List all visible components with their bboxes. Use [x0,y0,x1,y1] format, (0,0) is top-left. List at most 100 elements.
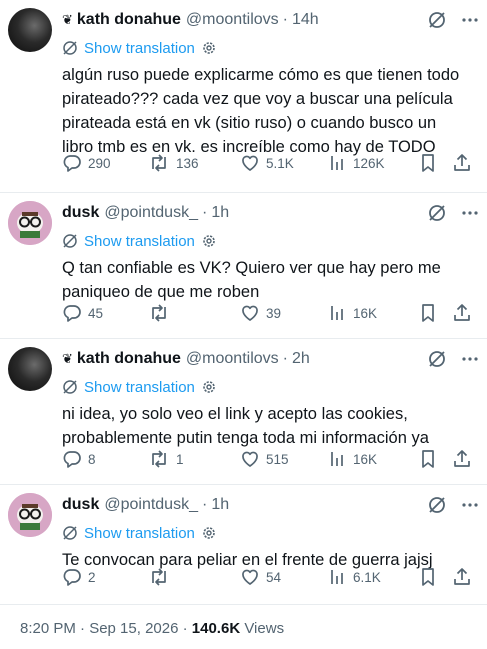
show-translation-label[interactable]: Show translation [84,379,195,396]
grok-icon[interactable] [427,349,447,369]
repost-button[interactable]: 1 [148,449,184,469]
bookmark-button[interactable] [419,567,437,587]
more-icon[interactable] [461,350,479,368]
reply-button[interactable]: 8 [62,449,96,469]
reply-button[interactable]: 2 [62,567,96,587]
tweet[interactable]: dusk @pointdusk_ · 1h Show translation Q… [0,193,487,339]
share-button[interactable] [452,303,472,323]
share-icon [452,449,472,469]
share-button[interactable] [452,567,472,587]
tweet[interactable]: dusk @pointdusk_ · 1h Show translation T… [0,485,487,605]
more-icon[interactable] [461,204,479,222]
more-icon[interactable] [461,496,479,514]
like-button[interactable]: 5.1K [240,153,294,173]
like-button[interactable]: 515 [240,449,289,469]
author-handle[interactable]: @moontilovs [186,11,279,29]
tweet-text-line: pirateado??? cada vez que voy a buscar u… [62,90,453,108]
show-translation-link[interactable]: Show translation [62,231,479,251]
views-count: 16K [353,451,378,467]
author-handle[interactable]: @pointdusk_ [104,204,198,222]
show-translation-link[interactable]: Show translation [62,377,479,397]
gear-icon[interactable] [201,233,217,249]
timestamp[interactable]: 2h [292,350,310,368]
timestamp[interactable]: 1h [211,204,229,222]
reply-count: 290 [88,155,111,171]
more-icon[interactable] [461,11,479,29]
views-button[interactable]: 126K [329,153,385,173]
tweet-header: ❦ kath donahue @moontilovs · 2h [62,349,479,369]
author-handle[interactable]: @pointdusk_ [104,496,198,514]
author-name[interactable]: dusk [62,496,99,514]
reply-count: 8 [88,451,96,467]
gear-icon[interactable] [201,40,217,56]
post-footer: 8:20 PM · Sep 15, 2026 · 140.6K Views [20,620,284,637]
separator-dot: · [282,11,288,28]
tweet-text-line: probablemente putin tenga toda mi inform… [62,429,429,447]
translate-icon [62,525,78,541]
avatar-image [8,201,52,245]
translate-icon [62,379,78,395]
show-translation-link[interactable]: Show translation [62,523,479,543]
tweet[interactable]: ❦ kath donahue @moontilovs · 2h Show tra… [0,339,487,485]
like-count: 54 [266,569,282,585]
like-button[interactable]: 54 [240,567,281,587]
views-button[interactable]: 16K [329,303,377,323]
repost-button[interactable] [148,567,176,587]
heart-icon [240,303,260,323]
heart-icon [240,449,260,469]
like-button[interactable]: 39 [240,303,281,323]
share-button[interactable] [452,153,472,173]
grok-icon[interactable] [427,10,447,30]
views-icon [329,153,347,173]
show-translation-label[interactable]: Show translation [84,233,195,250]
author-name[interactable]: kath donahue [77,350,181,368]
reply-count: 45 [88,305,104,321]
reply-icon [62,449,82,469]
avatar[interactable] [8,347,52,391]
timestamp[interactable]: 1h [211,496,229,514]
show-translation-label[interactable]: Show translation [84,525,195,542]
show-translation-label[interactable]: Show translation [84,40,195,57]
bookmark-button[interactable] [419,303,437,323]
repost-button[interactable]: 136 [148,153,199,173]
gear-icon[interactable] [201,525,217,541]
repost-icon [148,449,170,469]
repost-icon [148,567,170,587]
reply-button[interactable]: 45 [62,303,103,323]
grok-icon[interactable] [427,495,447,515]
views-button[interactable]: 6.1K [329,567,381,587]
author-name[interactable]: dusk [62,204,99,222]
tweet-text-line: Q tan confiable es VK? Quiero ver que ha… [62,259,441,277]
avatar[interactable] [8,8,52,52]
author-name[interactable]: kath donahue [77,11,181,29]
bookmark-button[interactable] [419,153,437,173]
post-timestamp[interactable]: 8:20 PM · Sep 15, 2026 · [20,620,192,637]
separator-dot: · [282,350,288,367]
views-button[interactable]: 16K [329,449,377,469]
author-handle[interactable]: @moontilovs [186,350,279,368]
tweet[interactable]: ❦ kath donahue @moontilovs · 14h Show tr… [0,0,487,193]
bookmark-icon [419,303,437,323]
tweet-text-line: pirateada está en vk (sitio ruso) o cuan… [62,114,437,132]
views-count: 126K [353,155,385,171]
heart-icon [240,153,260,173]
bookmark-button[interactable] [419,449,437,469]
grok-icon[interactable] [427,203,447,223]
bookmark-icon [419,567,437,587]
timestamp[interactable]: 14h [292,11,319,29]
heart-emoji-icon: ❦ [62,351,73,366]
repost-button[interactable] [148,303,176,323]
share-icon [452,567,472,587]
reply-button[interactable]: 290 [62,153,111,173]
share-button[interactable] [452,449,472,469]
separator-dot: · [201,496,208,513]
gear-icon[interactable] [201,379,217,395]
translate-icon [62,40,78,56]
tweet-text: ni idea, yo solo veo el link y acepto la… [62,402,479,450]
avatar[interactable] [8,493,52,537]
show-translation-link[interactable]: Show translation [62,38,479,58]
avatar[interactable] [8,201,52,245]
like-count: 515 [266,451,289,467]
tweet-text-line: ni idea, yo solo veo el link y acepto la… [62,405,408,423]
reply-icon [62,153,82,173]
